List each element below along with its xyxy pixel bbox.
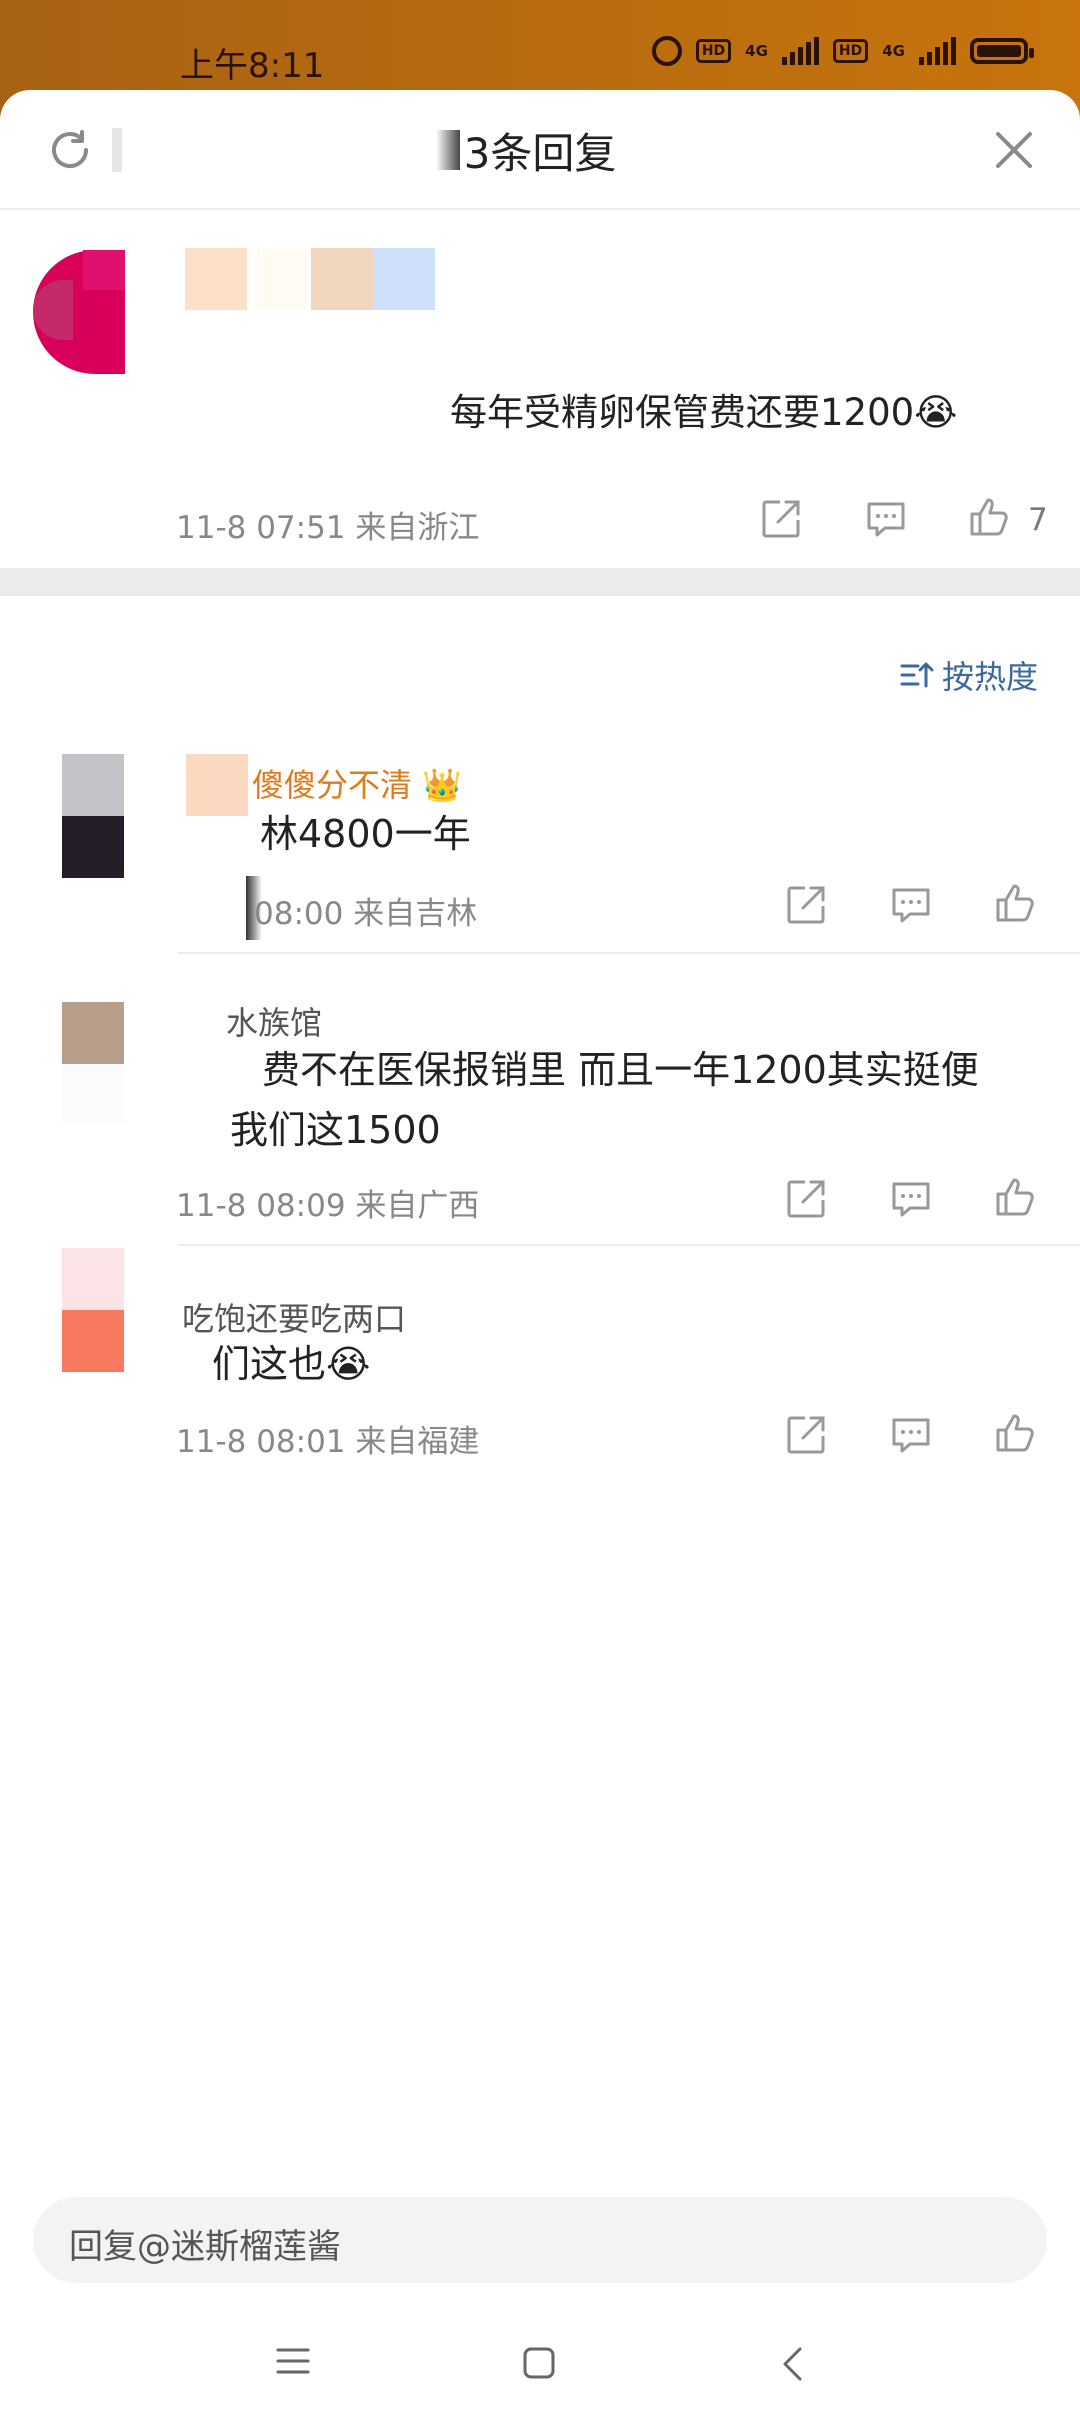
comment-icon[interactable] [888,1176,934,1222]
alarm-icon [651,36,682,66]
close-icon[interactable] [992,128,1036,172]
sheet-header: 3条回复 [0,90,1080,210]
hd-icon: HD [695,39,732,63]
network-type: 4G [745,42,768,60]
reply-input-placeholder: 回复@迷斯榴莲酱 [69,2227,341,2267]
comment-icon[interactable] [863,496,909,542]
like-icon[interactable] [992,880,1038,926]
reply-item: 吃饱还要吃两口 们这也😭 11-8 08:01 来自福建 [0,1248,1080,1488]
reply-meta: 08:00 来自吉林 [254,896,478,932]
home-icon[interactable] [522,2346,556,2380]
comment-text: 每年受精卵保管费还要1200😭 [450,391,958,434]
blur-mask [62,1064,124,1124]
section-divider [0,568,1080,596]
menu-icon[interactable] [276,2346,310,2376]
comment-meta: 11-8 07:51 来自浙江 [176,510,480,546]
reply-username[interactable]: 水族馆 [226,998,322,1044]
status-time: 上午8:11 [180,46,325,86]
reply-item: 水族馆 费不在医保报销里 而且一年1200其实挺便 我们这1500 11-8 0… [0,954,1080,1246]
system-icons: HD 4G HD 4G [651,36,1034,66]
replies-sheet: 3条回复 每年受精卵保管费还要1200😭 11-8 07:51 来自浙江 7 按… [0,90,1080,2381]
reply-separator [178,1244,1080,1246]
reply-item: 傻傻分不清 👑 林4800一年 08:00 来自吉林 [0,650,1080,954]
reply-meta: 11-8 08:01 来自福建 [176,1424,480,1460]
sheet-title: 3条回复 [463,129,617,178]
reply-username[interactable]: 傻傻分不清 👑 [252,760,462,806]
comment-icon[interactable] [888,1412,934,1458]
share-icon[interactable] [783,882,829,928]
original-comment: 每年受精卵保管费还要1200😭 11-8 07:51 来自浙江 7 [0,210,1080,570]
battery-icon [970,38,1034,64]
avatar[interactable] [62,1248,124,1372]
like-icon[interactable] [966,494,1012,540]
back-icon[interactable] [780,2346,804,2382]
signal-icon [781,37,819,65]
system-nav-bar [0,2310,1080,2410]
reply-meta: 11-8 08:09 来自广西 [176,1188,480,1224]
like-count: 7 [1028,502,1048,538]
avatar[interactable] [33,250,125,374]
vip-crown-icon: 👑 [422,766,463,804]
avatar[interactable] [62,754,124,878]
share-icon[interactable] [783,1412,829,1458]
reply-text: 们这也😭 [212,1342,371,1386]
reply-text-line-1: 费不在医保报销里 而且一年1200其实挺便 [262,1048,979,1092]
comment-icon[interactable] [888,882,934,928]
blur-mask [186,754,248,816]
signal-icon-2 [919,37,956,65]
reply-text-line-2: 我们这1500 [230,1108,441,1152]
reply-text: 林4800一年 [260,812,471,856]
avatar[interactable] [62,1002,124,1064]
like-icon[interactable] [992,1410,1038,1456]
like-icon[interactable] [992,1174,1038,1220]
hd-icon-2: HD [832,39,869,63]
reply-input[interactable]: 回复@迷斯榴莲酱 [33,2197,1047,2283]
network-type-2: 4G [882,42,905,60]
share-icon[interactable] [758,496,804,542]
share-icon[interactable] [783,1176,829,1222]
